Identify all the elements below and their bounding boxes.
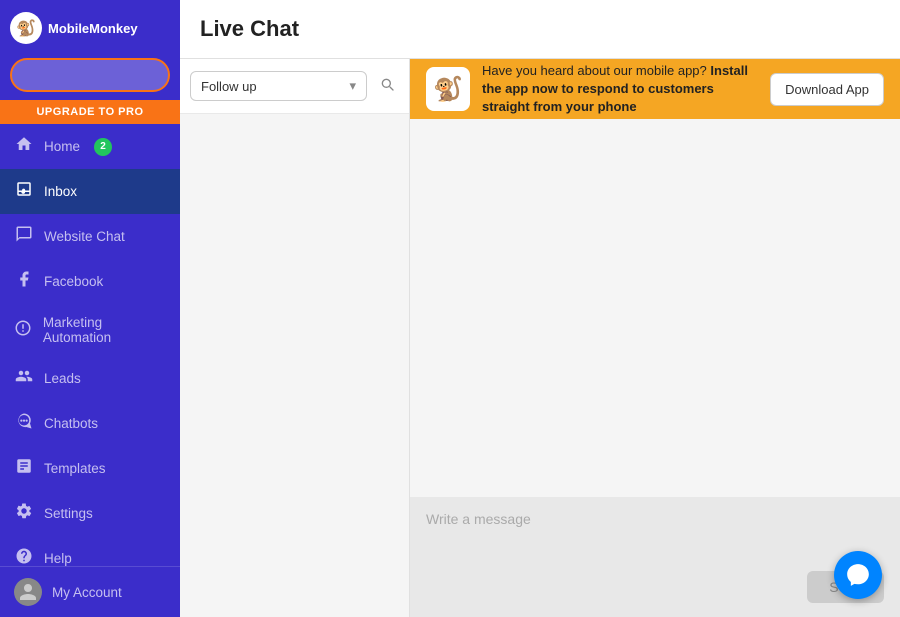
templates-icon (14, 457, 34, 480)
search-bar-wrapper (0, 52, 180, 100)
message-input-area: Write a message Send (410, 497, 900, 617)
page-title: Live Chat (200, 16, 880, 42)
sidebar-item-leads[interactable]: Leads (0, 356, 180, 401)
conversation-messages-list (180, 114, 409, 617)
website-chat-icon (14, 225, 34, 248)
chat-area: Follow up ▾ 🐒 Have you heard about our m… (180, 59, 900, 617)
main-content: Live Chat Follow up ▾ 🐒 Have you hea (180, 0, 900, 617)
sidebar-header: 🐒 MobileMonkey (0, 0, 180, 52)
sidebar-item-home[interactable]: Home 2 (0, 124, 180, 169)
sidebar-item-settings[interactable]: Settings (0, 491, 180, 536)
home-icon (14, 135, 34, 158)
help-icon (14, 547, 34, 566)
sidebar-item-help[interactable]: Help (0, 536, 180, 566)
sidebar-item-home-label: Home (44, 139, 80, 154)
chevron-down-icon: ▾ (349, 78, 356, 94)
logo-icon: 🐒 (10, 12, 42, 44)
sidebar-item-marketing-label: Marketing Automation (43, 315, 166, 345)
inbox-icon (14, 180, 34, 203)
sidebar-item-facebook[interactable]: Facebook (0, 259, 180, 304)
sidebar-item-leads-label: Leads (44, 371, 81, 386)
banner-text-before: Have you heard about our mobile app? (482, 63, 710, 78)
notification-banner: 🐒 Have you heard about our mobile app? I… (410, 59, 900, 119)
logo-text: MobileMonkey (48, 21, 138, 36)
home-badge: 2 (94, 138, 112, 156)
messenger-icon (845, 562, 871, 588)
sidebar: 🐒 MobileMonkey UPGRADE TO PRO Home 2 Inb… (0, 0, 180, 617)
filter-selected-value: Follow up (201, 79, 257, 94)
sidebar-item-website-chat[interactable]: Website Chat (0, 214, 180, 259)
banner-text: Have you heard about our mobile app? Ins… (482, 62, 758, 117)
nav-items: Home 2 Inbox Website Chat Facebook (0, 124, 180, 566)
message-placeholder[interactable]: Write a message (426, 511, 884, 527)
avatar (14, 578, 42, 606)
upgrade-button[interactable]: UPGRADE TO PRO (0, 100, 180, 124)
logo-area: 🐒 MobileMonkey (10, 12, 138, 44)
sidebar-item-chatbots[interactable]: Chatbots (0, 401, 180, 446)
convo-filter-bar: Follow up ▾ (180, 59, 409, 114)
facebook-icon (14, 270, 34, 293)
sidebar-item-marketing-automation[interactable]: Marketing Automation (0, 304, 180, 356)
chatbots-icon (14, 412, 34, 435)
settings-icon (14, 502, 34, 525)
sidebar-item-help-label: Help (44, 551, 72, 566)
sidebar-item-templates-label: Templates (44, 461, 106, 476)
search-bar[interactable] (10, 58, 170, 92)
banner-monkey-icon: 🐒 (426, 67, 470, 111)
download-app-button[interactable]: Download App (770, 73, 884, 106)
sidebar-item-templates[interactable]: Templates (0, 446, 180, 491)
sidebar-item-inbox-label: Inbox (44, 184, 77, 199)
sidebar-item-chatbots-label: Chatbots (44, 416, 98, 431)
svg-text:🐒: 🐒 (16, 18, 36, 37)
messenger-fab[interactable] (834, 551, 882, 599)
sidebar-item-inbox[interactable]: Inbox (0, 169, 180, 214)
send-row: Send (426, 571, 884, 603)
message-body (410, 119, 900, 497)
marketing-icon (14, 319, 33, 342)
message-pane: 🐒 Have you heard about our mobile app? I… (410, 59, 900, 617)
sidebar-bottom: My Account (0, 566, 180, 617)
my-account-item[interactable]: My Account (0, 567, 180, 617)
leads-icon (14, 367, 34, 390)
main-header: Live Chat (180, 0, 900, 59)
sidebar-item-website-chat-label: Website Chat (44, 229, 125, 244)
filter-dropdown[interactable]: Follow up ▾ (190, 71, 367, 101)
sidebar-item-settings-label: Settings (44, 506, 93, 521)
my-account-label: My Account (52, 585, 122, 600)
sidebar-item-facebook-label: Facebook (44, 274, 103, 289)
search-conversations-button[interactable] (375, 72, 399, 101)
conversation-list: Follow up ▾ (180, 59, 410, 617)
